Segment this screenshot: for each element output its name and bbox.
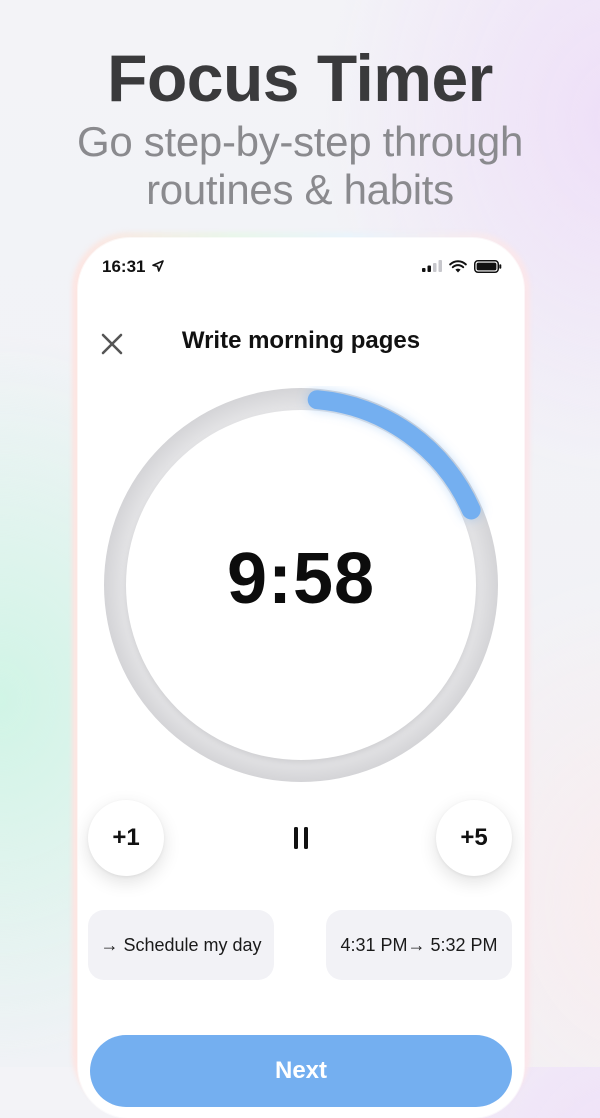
status-bar: 16:31	[78, 238, 524, 298]
timer-display: 9:58	[226, 539, 376, 619]
add-five-minutes-button[interactable]: +5	[436, 800, 512, 876]
location-arrow-icon	[152, 260, 164, 272]
pause-icon	[294, 827, 308, 849]
promo-subheadline-line-2: routines & habits	[146, 166, 454, 213]
status-time: 16:31	[102, 257, 146, 276]
promo-subheadline-line-1: Go step-by-step through	[76, 118, 523, 165]
close-button[interactable]	[96, 328, 128, 360]
status-icons	[422, 258, 502, 274]
wifi-icon	[449, 259, 467, 272]
add-one-minute-button[interactable]: +1	[88, 800, 164, 876]
battery-icon	[474, 259, 502, 273]
task-title: Write morning pages	[181, 327, 421, 354]
cellular-signal-icon	[422, 260, 442, 272]
time-range-chip[interactable]: 4:31 PM→ 5:32 PM	[326, 910, 512, 980]
pause-button[interactable]	[281, 823, 321, 853]
next-button[interactable]: Next	[90, 1035, 512, 1107]
close-icon	[101, 333, 123, 355]
promo-subheadline: Go step-by-step through routines & habit…	[0, 118, 600, 214]
next-task-chip[interactable]: → Schedule my day	[88, 910, 274, 980]
phone-screen: 16:31 Write morning pages 9:58 +1 +5 → S…	[78, 238, 524, 1118]
promo-headline: Focus Timer	[107, 41, 493, 115]
